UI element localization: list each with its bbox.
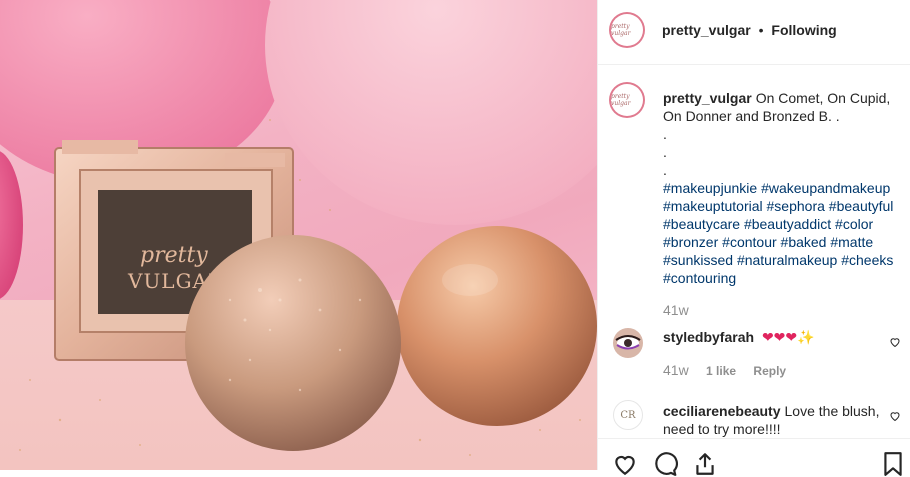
commenter-avatar[interactable] (613, 328, 643, 358)
hashtag-link[interactable]: #contouring (663, 270, 736, 286)
hashtag-link[interactable]: #bronzer (663, 234, 722, 250)
caption-avatar[interactable]: pretty vulgar (611, 84, 643, 116)
like-comment-heart-icon[interactable] (889, 410, 901, 422)
following-button[interactable]: Following (771, 22, 836, 38)
hashtag-link[interactable]: #naturalmakeup (737, 252, 841, 268)
hashtag-link[interactable]: #wakeupandmakeup (761, 180, 890, 196)
hashtag-link[interactable]: #beautyful (829, 198, 894, 214)
heart-emoji: ❤ (761, 329, 774, 345)
post-photo-graphic: pretty VULGAR (0, 0, 597, 470)
hashtag-link[interactable]: #matte (830, 234, 873, 250)
post-action-bar (598, 438, 910, 476)
caption-dots: . . . (663, 125, 903, 179)
hashtag-link[interactable]: #makeuptutorial (663, 198, 767, 214)
heart-emoji: ❤ (785, 329, 798, 345)
post-caption: pretty_vulgar On Comet, On Cupid, On Donn… (663, 89, 903, 287)
header-username[interactable]: pretty_vulgar (662, 22, 751, 38)
caption-username[interactable]: pretty_vulgar (663, 90, 752, 106)
header-separator: • (758, 22, 764, 38)
profile-avatar[interactable]: pretty vulgar (611, 14, 643, 46)
comment-username[interactable]: styledbyfarah (663, 329, 754, 345)
header-text: pretty_vulgar • Following (662, 22, 837, 38)
product-brand-text: pretty (140, 243, 208, 268)
like-heart-icon[interactable] (612, 451, 638, 477)
caption-dot: . (663, 126, 667, 142)
caption-dot: . (663, 144, 667, 160)
hashtag-list: #makeupjunkie #wakeupandmakeup #makeuptu… (663, 179, 903, 287)
caption-dot: . (663, 162, 667, 178)
post-header: pretty vulgar pretty_vulgar • Following (598, 0, 910, 65)
commenter-avatar-image (613, 328, 643, 358)
post-sidebar: pretty vulgar pretty_vulgar • Following … (597, 0, 910, 476)
sparkles-emoji: ✨ (797, 329, 815, 345)
comment-item: CR ceciliarenebeauty Love the blush, need… (598, 396, 910, 438)
hashtag-link[interactable]: #makeupjunkie (663, 180, 761, 196)
heart-emoji: ❤ (773, 329, 786, 345)
hashtag-link[interactable]: #beautyaddict (744, 216, 835, 232)
comment-bubble-icon[interactable] (652, 451, 678, 477)
hashtag-link[interactable]: #sunkissed (663, 252, 737, 268)
comment-username[interactable]: ceciliarenebeauty (663, 403, 781, 419)
reply-button[interactable]: Reply (753, 364, 786, 378)
avatar-logo-text: pretty vulgar (611, 23, 631, 37)
hashtag-link[interactable]: #cheeks (841, 252, 893, 268)
hashtag-link[interactable]: #color (835, 216, 873, 232)
commenter-avatar[interactable]: CR (613, 400, 643, 430)
share-icon[interactable] (692, 451, 718, 477)
hashtag-link[interactable]: #beautycare (663, 216, 744, 232)
hashtag-link[interactable]: #baked (781, 234, 831, 250)
hashtag-link[interactable]: #contour (722, 234, 780, 250)
comment-item: styledbyfarah ❤❤❤✨ 41w 1 like Reply (598, 322, 910, 382)
comment-meta: 41w 1 like Reply (663, 362, 800, 378)
save-bookmark-icon[interactable] (880, 451, 906, 477)
comment-body: ceciliarenebeauty Love the blush, need to… (663, 402, 893, 438)
like-comment-heart-icon[interactable] (889, 336, 901, 348)
comment-likes[interactable]: 1 like (706, 364, 736, 378)
comment-timestamp[interactable]: 41w (663, 362, 689, 378)
hashtag-link[interactable]: #sephora (767, 198, 829, 214)
comment-body: styledbyfarah ❤❤❤✨ (663, 328, 893, 346)
caption-timestamp[interactable]: 41w (663, 302, 689, 318)
commenter-avatar-text: CR (620, 409, 636, 421)
caption-avatar-text: pretty vulgar (611, 93, 631, 107)
post-image[interactable]: pretty VULGAR (0, 0, 597, 470)
